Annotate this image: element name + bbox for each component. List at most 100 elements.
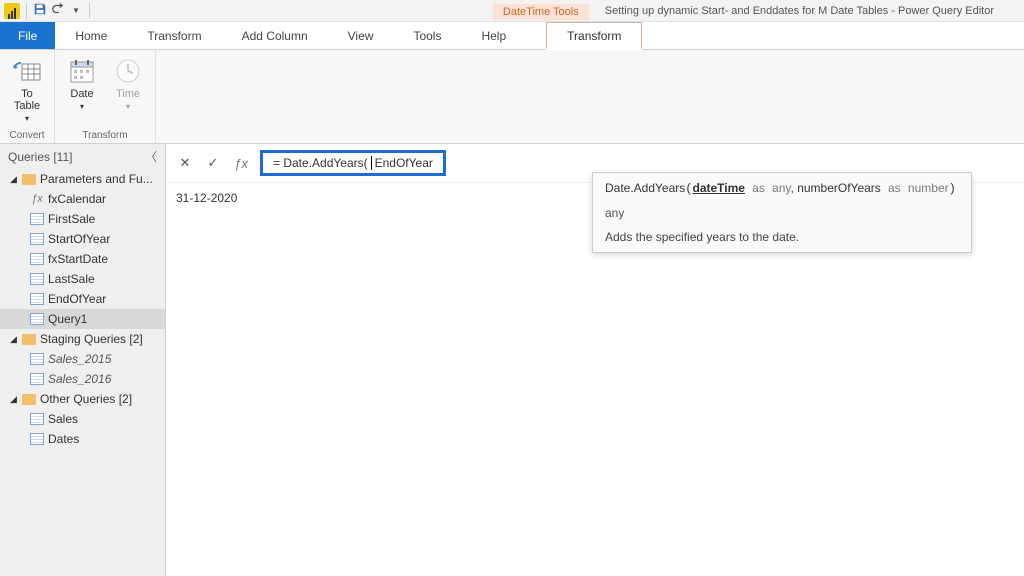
sig-as-2: as	[888, 181, 901, 195]
ribbon: To Table ▾ Convert Date ▾ Time ▾ Trans	[0, 50, 1024, 144]
ribbon-group-convert: To Table ▾ Convert	[0, 50, 55, 143]
intellisense-tooltip: Date.AddYears(dateTime as any, numberOfY…	[592, 172, 972, 253]
query-name: Sales	[48, 412, 78, 426]
table-icon	[30, 233, 44, 245]
query-item[interactable]: StartOfYear	[0, 229, 165, 249]
query-name: Sales_2015	[48, 352, 111, 366]
ribbon-group-transform: Date ▾ Time ▾ Transform	[55, 50, 156, 143]
folder-icon	[22, 334, 36, 345]
folder-icon	[22, 174, 36, 185]
expand-icon: ◢	[10, 394, 18, 405]
qat-divider	[26, 3, 27, 19]
query-item[interactable]: ƒx fxCalendar	[0, 189, 165, 209]
query-name: Sales_2016	[48, 372, 111, 386]
query-group[interactable]: ◢ Parameters and Fu...	[0, 169, 165, 189]
folder-icon	[22, 394, 36, 405]
sig-type-2: number	[908, 181, 949, 195]
query-name: EndOfYear	[48, 292, 106, 306]
sig-type-1: any	[772, 181, 790, 195]
date-label: Date	[70, 88, 93, 100]
query-name: fxStartDate	[48, 252, 108, 266]
expand-icon: ◢	[10, 174, 18, 185]
group-label: Other Queries [2]	[40, 392, 132, 406]
app-icon	[4, 3, 20, 19]
table-icon	[30, 313, 44, 325]
query-item[interactable]: FirstSale	[0, 209, 165, 229]
formula-text-prefix: = Date.AddYears(	[273, 156, 368, 170]
fx-icon[interactable]: ƒx	[232, 154, 250, 172]
table-icon	[30, 433, 44, 445]
quick-access-toolbar: ▼	[0, 2, 98, 19]
save-icon[interactable]	[33, 2, 47, 19]
time-button[interactable]: Time ▾	[109, 54, 147, 113]
cancel-formula-icon[interactable]: ✕	[176, 154, 194, 172]
query-group[interactable]: ◢ Staging Queries [2]	[0, 329, 165, 349]
sig-as-1: as	[752, 181, 765, 195]
query-item[interactable]: Sales_2016	[0, 369, 165, 389]
formula-input[interactable]: = Date.AddYears( EndOfYear	[260, 150, 446, 176]
query-name: Query1	[48, 312, 87, 326]
query-group[interactable]: ◢ Other Queries [2]	[0, 389, 165, 409]
time-label: Time	[116, 88, 140, 100]
to-table-icon	[12, 56, 42, 86]
query-item[interactable]: EndOfYear	[0, 289, 165, 309]
expand-icon: ◢	[10, 334, 18, 345]
table-icon	[30, 273, 44, 285]
query-name: FirstSale	[48, 212, 95, 226]
group-label: Staging Queries [2]	[40, 332, 143, 346]
editor-main: ✕ ✓ ƒx = Date.AddYears(EndOfYear 31-12-2…	[166, 144, 1024, 576]
table-icon	[30, 373, 44, 385]
sig-fn-name: Date.AddYears	[605, 181, 685, 195]
sig-param-1: dateTime	[692, 181, 744, 195]
tab-tools[interactable]: Tools	[393, 22, 461, 49]
title-bar: ▼ DateTime Tools Setting up dynamic Star…	[0, 0, 1024, 22]
queries-tree: ◢ Parameters and Fu... ƒx fxCalendar FirstSa…	[0, 169, 165, 576]
query-name: Dates	[48, 432, 79, 446]
dropdown-caret-icon: ▾	[80, 102, 84, 111]
function-icon: ƒx	[30, 193, 44, 205]
tooltip-description: Adds the specified years to the date.	[605, 230, 959, 244]
query-name: fxCalendar	[48, 192, 106, 206]
query-item[interactable]: Query1	[0, 309, 165, 329]
date-button[interactable]: Date ▾	[63, 54, 101, 113]
group-label: Parameters and Fu...	[40, 172, 153, 186]
table-icon	[30, 293, 44, 305]
to-table-button[interactable]: To Table ▾	[8, 54, 46, 125]
query-item[interactable]: Dates	[0, 429, 165, 449]
query-item[interactable]: Sales	[0, 409, 165, 429]
tab-transform[interactable]: Transform	[127, 22, 221, 49]
query-name: LastSale	[48, 272, 95, 286]
ribbon-tabs: File Home Transform Add Column View Tool…	[0, 22, 1024, 50]
to-table-label: To Table	[14, 88, 40, 112]
table-icon	[30, 253, 44, 265]
query-item[interactable]: fxStartDate	[0, 249, 165, 269]
tab-home[interactable]: Home	[55, 22, 127, 49]
query-name: StartOfYear	[48, 232, 110, 246]
query-item[interactable]: Sales_2015	[0, 349, 165, 369]
queries-pane: Queries [11] 〈 ◢Parameters and Fu...ƒxfx…	[0, 144, 166, 576]
contextual-tab-text: DateTime Tools	[493, 4, 589, 20]
commit-formula-icon[interactable]: ✓	[204, 154, 222, 172]
table-icon	[30, 413, 44, 425]
tab-view[interactable]: View	[328, 22, 394, 49]
tab-add-column[interactable]: Add Column	[222, 22, 328, 49]
undo-icon[interactable]	[49, 2, 67, 19]
collapse-pane-icon[interactable]: 〈	[145, 148, 157, 165]
queries-header: Queries [11] 〈	[0, 144, 165, 169]
return-type: any	[605, 206, 959, 220]
workspace: Queries [11] 〈 ◢Parameters and Fu...ƒxfx…	[0, 144, 1024, 576]
tab-help[interactable]: Help	[461, 22, 526, 49]
tab-transform-contextual[interactable]: Transform	[546, 22, 642, 50]
qat-dropdown-icon[interactable]: ▼	[69, 6, 83, 15]
query-item[interactable]: LastSale	[0, 269, 165, 289]
function-signature: Date.AddYears(dateTime as any, numberOfY…	[605, 181, 959, 196]
text-cursor	[371, 156, 372, 170]
formula-text-suffix: EndOfYear	[375, 156, 433, 170]
contextual-tab-label: DateTime Tools	[493, 4, 589, 18]
file-tab[interactable]: File	[0, 22, 55, 49]
group-label-convert: Convert	[9, 128, 44, 141]
table-icon	[30, 353, 44, 365]
table-icon	[30, 213, 44, 225]
calendar-icon	[67, 56, 97, 86]
dropdown-caret-icon: ▾	[25, 114, 29, 123]
